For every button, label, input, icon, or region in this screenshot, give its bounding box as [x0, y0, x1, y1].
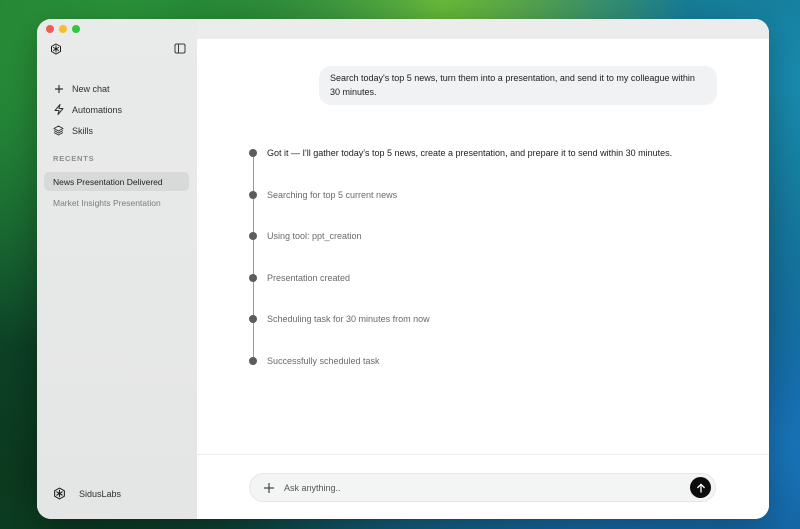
- agent-steps-timeline: Got it — I'll gather today's top 5 news,…: [249, 147, 719, 396]
- timeline-step: Searching for top 5 current news: [249, 189, 719, 231]
- step-text: Scheduling task for 30 minutes from now: [267, 314, 430, 324]
- timeline-dot: [249, 315, 257, 323]
- account-menu[interactable]: SidusLabs: [53, 487, 121, 500]
- timeline-dot: [249, 273, 257, 282]
- sidebar-item-label: Skills: [72, 125, 94, 136]
- recent-item-market-insights[interactable]: Market Insights Presentation: [44, 193, 189, 212]
- minimize-window-button[interactable]: [59, 25, 67, 33]
- account-name: SidusLabs: [79, 488, 122, 499]
- recents-heading: RECENTS: [53, 154, 95, 163]
- chat-thread: Search today's top 5 news, turn them int…: [197, 39, 769, 454]
- chat-input[interactable]: [284, 482, 690, 493]
- sidebar-nav: New chat Automations Skills: [53, 78, 193, 141]
- plus-icon: [53, 83, 64, 94]
- snowflake-logo-icon[interactable]: [50, 43, 62, 55]
- plus-icon[interactable]: [263, 482, 275, 494]
- user-message: Search today's top 5 news, turn them int…: [319, 66, 717, 105]
- sidebar-item-automations[interactable]: Automations: [53, 99, 193, 120]
- timeline-step: Using tool: ppt_creation: [249, 230, 719, 272]
- step-text: Searching for top 5 current news: [267, 189, 398, 200]
- layers-icon: [53, 125, 64, 136]
- send-button[interactable]: [690, 477, 711, 498]
- sidebar-toggle-icon[interactable]: [174, 43, 186, 54]
- sidebar-item-skills[interactable]: Skills: [53, 120, 193, 141]
- composer: [249, 473, 716, 502]
- sidebar: New chat Automations Skills RECENTS News…: [37, 19, 197, 519]
- window-controls: [46, 25, 80, 33]
- timeline-step: Got it — I'll gather today's top 5 news,…: [249, 147, 719, 189]
- timeline-dot: [249, 190, 257, 199]
- main-panel: Search today's top 5 news, turn them int…: [197, 19, 769, 519]
- step-text: Successfully scheduled task: [267, 355, 380, 366]
- recents-list: News Presentation Delivered Market Insig…: [44, 172, 189, 214]
- sidebar-item-new-chat[interactable]: New chat: [53, 78, 193, 99]
- assistant-reply: Got it — I'll gather today's top 5 news,…: [267, 148, 673, 158]
- timeline-dot: [249, 232, 257, 240]
- maximize-window-button[interactable]: [72, 25, 80, 33]
- close-window-button[interactable]: [46, 25, 54, 33]
- snowflake-logo-icon: [54, 487, 65, 500]
- recent-item-news-presentation[interactable]: News Presentation Delivered: [44, 172, 189, 191]
- title-bar: [197, 19, 769, 39]
- composer-area: [197, 454, 769, 519]
- sidebar-item-label: New chat: [72, 83, 110, 94]
- app-window: New chat Automations Skills RECENTS News…: [37, 19, 769, 519]
- step-text: Using tool: ppt_creation: [267, 231, 362, 241]
- timeline-step: Successfully scheduled task: [249, 355, 719, 397]
- step-text: Presentation created: [267, 272, 351, 283]
- timeline-dot: [249, 149, 257, 157]
- arrow-up-icon: [696, 483, 705, 493]
- timeline-step: Scheduling task for 30 minutes from now: [249, 313, 719, 355]
- timeline-step: Presentation created: [249, 272, 719, 314]
- sidebar-item-label: Automations: [72, 104, 123, 115]
- timeline-dot: [249, 356, 257, 365]
- bolt-icon: [53, 104, 64, 115]
